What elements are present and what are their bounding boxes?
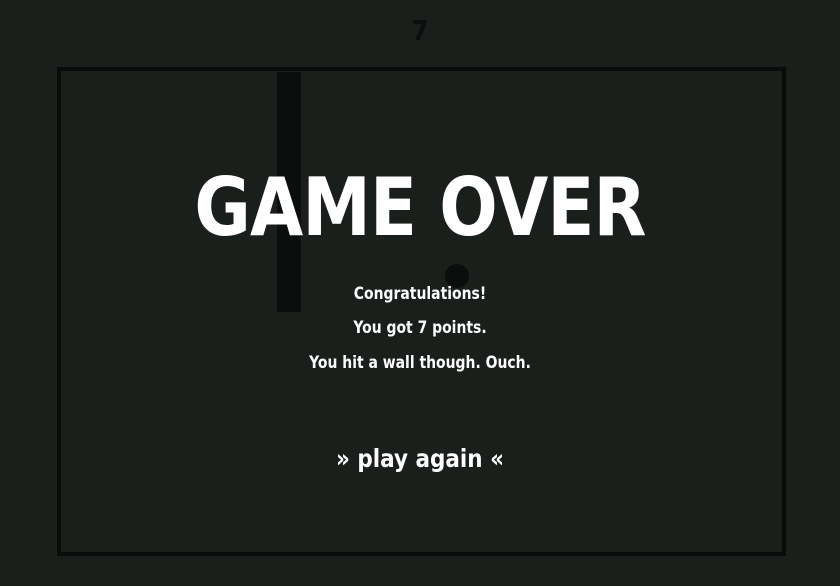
wall-hit-message: You hit a wall though. Ouch. <box>309 353 531 373</box>
game-over-title: GAME OVER <box>194 161 646 254</box>
play-again-button[interactable]: » play again « <box>334 443 506 475</box>
game-over-overlay: GAME OVER Congratulations! You got 7 poi… <box>0 0 840 586</box>
congratulations-message: Congratulations! <box>353 284 487 304</box>
game-screen: 7 GAME OVER Congratulations! You got 7 p… <box>0 0 840 586</box>
points-message: You got 7 points. <box>353 318 487 338</box>
